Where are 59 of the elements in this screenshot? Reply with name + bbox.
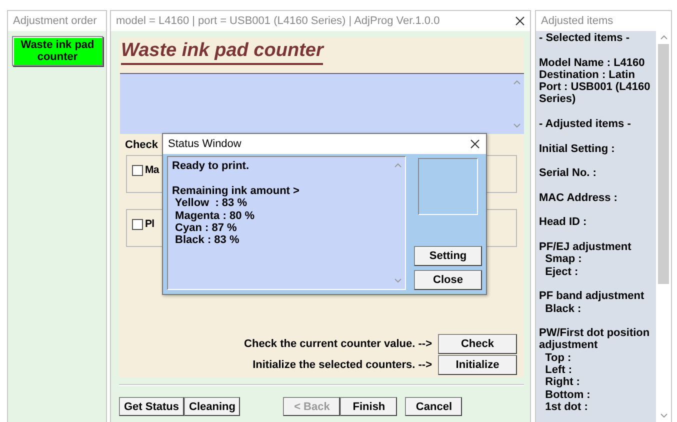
adjustment-item[interactable]: Waste ink pad counter (12, 36, 103, 66)
checkbox[interactable] (132, 218, 143, 230)
group-label: Check (125, 139, 158, 151)
window-title: model = L4160 | port = USB001 (L4160 Series) | AdjProg Ver.1.0.0 (116, 15, 440, 27)
preview-box (418, 158, 478, 215)
action-button[interactable]: Initialize (438, 355, 517, 375)
scroll-up-icon[interactable] (394, 163, 402, 168)
item-line: - Adjusted items - (539, 118, 632, 130)
item-line: Top : (544, 352, 572, 364)
toolbar-button[interactable]: Cancel (405, 397, 462, 416)
item-line: Head ID : (539, 216, 588, 229)
option-label: Pl (145, 218, 154, 230)
scroll-down-icon[interactable] (513, 123, 521, 128)
item-line: Eject : (544, 266, 580, 278)
panel-title: Adjustment order (13, 15, 97, 27)
status-line: Cyan : 87 % (174, 222, 238, 234)
scroll-down-icon[interactable] (394, 278, 402, 283)
panel-title: Adjusted items (541, 15, 614, 27)
item-line: Port : USB001 (L4160 Series) (539, 81, 652, 106)
item-line: PF band adjustment (539, 290, 646, 303)
scroll-up-icon[interactable] (660, 35, 668, 40)
dialog-button[interactable]: Setting (414, 246, 482, 266)
item-line: Destination : Latin (539, 68, 636, 82)
page-heading: Waste ink pad counter (121, 40, 324, 65)
toolbar-button[interactable]: Cleaning (184, 397, 240, 416)
checkbox[interactable] (132, 164, 143, 176)
item-line: - Selected items - (539, 32, 630, 44)
scroll-up-icon[interactable] (513, 80, 521, 85)
action-button[interactable]: Check (438, 334, 517, 354)
status-line: Ready to print. (172, 160, 250, 172)
action-description: Initialize the selected counters. --> (252, 359, 433, 371)
item-line: 1st dot : (544, 400, 589, 414)
status-line: Magenta : 80 % (174, 210, 256, 222)
status-line: Yellow : 83 % (174, 197, 248, 210)
item-line: Right : (544, 376, 581, 389)
item-line: Left : (544, 364, 574, 376)
scroll-down-icon[interactable] (660, 413, 668, 418)
toolbar-button[interactable]: Finish (340, 397, 398, 416)
status-line: Remaining ink amount > (172, 184, 300, 198)
dialog-title: Status Window (168, 138, 242, 150)
item-line: Initial Setting : (539, 142, 616, 155)
status-line: Black : 83 % (174, 234, 240, 247)
item-line: PW/First dot position adjustment (539, 327, 651, 352)
status-text-area[interactable]: Ready to print. Remaining ink amount > Yellow : 83 % Magenta : 80 % Cyan : 87 % Black : 83 % (167, 156, 406, 290)
item-line: Bottom : (544, 388, 592, 401)
close-icon[interactable] (470, 139, 480, 149)
item-line: Black : (544, 302, 582, 315)
toolbar-button[interactable]: Get Status (119, 397, 184, 416)
item-line: MAC Address : (539, 192, 618, 204)
item-line: Serial No. : (539, 167, 598, 180)
scrollbar-thumb[interactable] (658, 44, 669, 284)
item-line: Model Name : L4160 (539, 56, 646, 69)
action-description: Check the current counter value. --> (244, 338, 433, 350)
output-text-area[interactable] (120, 73, 524, 134)
option-label: Ma (145, 164, 159, 176)
item-line: Smap : (544, 253, 583, 266)
item-line: PF/EJ adjustment (539, 241, 632, 254)
close-icon[interactable] (515, 16, 525, 26)
dialog-button[interactable]: Close (414, 270, 482, 290)
